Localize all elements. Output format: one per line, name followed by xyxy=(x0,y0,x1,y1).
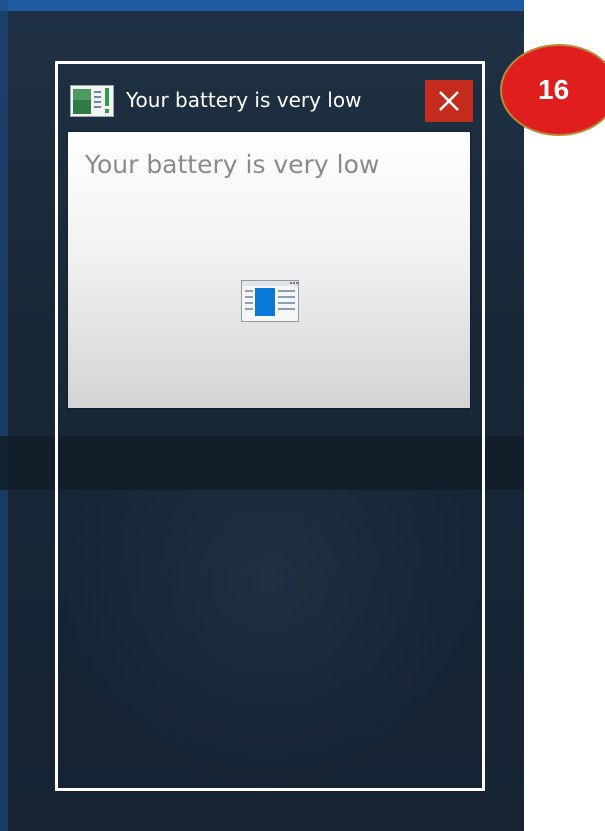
preview-title: Your battery is very low xyxy=(85,150,380,179)
desktop-top-edge xyxy=(0,0,524,11)
close-icon xyxy=(439,91,459,111)
window-app-icon xyxy=(241,280,299,322)
thumbnail-highlight-frame: Your battery is very low Your battery is… xyxy=(55,61,485,791)
window-title: Your battery is very low xyxy=(126,88,362,112)
close-button[interactable] xyxy=(425,80,473,122)
window-preview-thumbnail[interactable]: Your battery is very low xyxy=(68,132,470,408)
step-number: 16 xyxy=(538,74,570,105)
window-titlebar[interactable]: Your battery is very low xyxy=(68,80,475,122)
desktop-background: Your battery is very low Your battery is… xyxy=(0,0,524,831)
desktop-left-edge xyxy=(0,0,8,831)
battery-app-icon xyxy=(70,85,114,117)
